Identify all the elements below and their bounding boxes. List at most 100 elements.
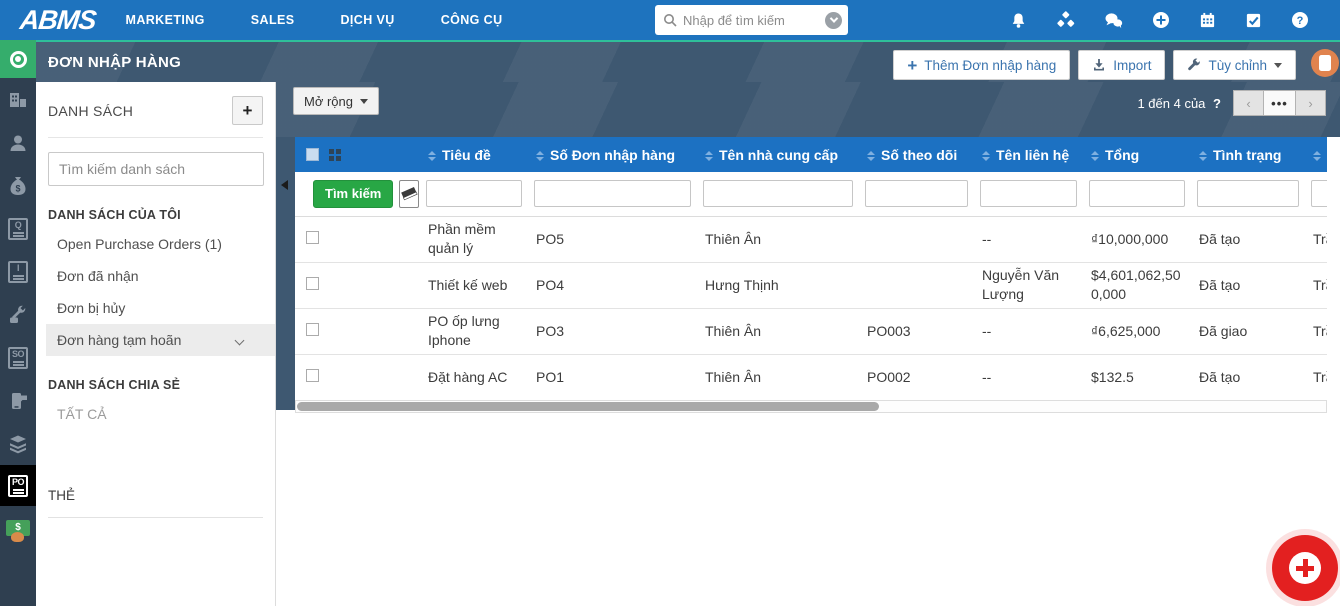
filter-input-contact[interactable] bbox=[980, 180, 1077, 208]
menu-item-marketing[interactable]: MARKETING bbox=[126, 13, 205, 27]
sidebar-item-don-bi-huy[interactable]: Đơn bị hủy bbox=[36, 292, 275, 324]
grid-view-icon[interactable] bbox=[329, 148, 342, 161]
divider bbox=[48, 137, 263, 138]
module-rail: $ Q I SO PO $ bbox=[0, 40, 36, 606]
cell-tracking bbox=[859, 262, 974, 309]
cell-po-number: PO5 bbox=[528, 216, 697, 263]
global-search-box bbox=[655, 5, 848, 35]
bell-icon[interactable] bbox=[1010, 12, 1027, 29]
cell-contact: -- bbox=[974, 354, 1083, 398]
sales-order-doc-icon: SO bbox=[8, 346, 28, 369]
filter-input-title[interactable] bbox=[426, 180, 522, 208]
page-title: ĐƠN NHẬP HÀNG bbox=[48, 53, 182, 71]
select-all-checkbox[interactable] bbox=[306, 148, 319, 161]
next-page-button[interactable]: › bbox=[1295, 90, 1326, 116]
calendar-icon[interactable] bbox=[1199, 12, 1216, 29]
header-cell-select bbox=[295, 137, 420, 172]
pagination: 1 đến 4 của ? ‹ ••• › bbox=[1137, 82, 1326, 124]
table-row[interactable]: Thiết kế web PO4 Hưng Thịnh Nguyễn Văn L… bbox=[295, 262, 1327, 309]
table-row[interactable]: Phần mềm quản lý PO5 Thiên Ân -- ₫10,000… bbox=[295, 216, 1327, 263]
row-checkbox[interactable] bbox=[306, 322, 319, 336]
chevron-down-icon[interactable] bbox=[234, 335, 245, 346]
prev-page-button[interactable]: ‹ bbox=[1233, 90, 1264, 116]
sort-icon bbox=[1091, 150, 1099, 161]
money-bag-icon: $ bbox=[9, 176, 27, 196]
filter-input-supplier[interactable] bbox=[703, 180, 853, 208]
header-cell-supplier[interactable]: Tên nhà cung cấp bbox=[697, 137, 859, 172]
rail-item-invoices[interactable]: I bbox=[0, 250, 36, 293]
sidebar-title: DANH SÁCH bbox=[48, 102, 134, 119]
header-cell-owner[interactable]: N bbox=[1305, 137, 1327, 172]
chat-icon[interactable] bbox=[1104, 12, 1123, 29]
filter-input-owner[interactable] bbox=[1311, 180, 1327, 208]
cell-status: Đã giao bbox=[1191, 308, 1305, 355]
menu-item-dich-vu[interactable]: DỊCH VỤ bbox=[340, 13, 394, 27]
filter-search-button[interactable]: Tìm kiếm bbox=[313, 179, 394, 208]
sidebar-item-don-da-nhan[interactable]: Đơn đã nhận bbox=[36, 260, 275, 292]
plus-circle-icon[interactable] bbox=[1152, 11, 1170, 29]
rail-item-contacts[interactable] bbox=[0, 121, 36, 164]
page-menu-button[interactable]: ••• bbox=[1264, 90, 1295, 116]
add-purchase-order-button[interactable]: + Thêm Đơn nhập hàng bbox=[893, 50, 1071, 80]
expand-button[interactable]: Mở rộng bbox=[293, 87, 379, 115]
list-search-input[interactable] bbox=[48, 152, 264, 186]
row-checkbox[interactable] bbox=[306, 230, 319, 244]
mobile-view-badge[interactable] bbox=[1311, 49, 1339, 77]
rail-item-sales-orders[interactable]: SO bbox=[0, 336, 36, 379]
rail-item-sms[interactable] bbox=[0, 379, 36, 422]
header-cell-contact[interactable]: Tên liên hệ bbox=[974, 137, 1083, 172]
scrollbar-thumb[interactable] bbox=[297, 402, 879, 411]
quick-add-fab[interactable] bbox=[1272, 535, 1338, 601]
header-cell-title[interactable]: Tiêu đề bbox=[420, 137, 528, 172]
add-list-button[interactable]: + bbox=[232, 96, 263, 125]
table-row[interactable]: PO ốp lưng Iphone PO3 Thiên Ân PO003 -- … bbox=[295, 308, 1327, 355]
products-stack-icon bbox=[8, 434, 28, 454]
help-icon[interactable]: ? bbox=[1291, 11, 1309, 29]
cell-title: Thiết kế web bbox=[420, 262, 528, 309]
header-cell-total[interactable]: Tổng bbox=[1083, 137, 1191, 172]
cell-status: Đã tạo bbox=[1191, 354, 1305, 398]
cell-total: ₫6,625,000 bbox=[1083, 308, 1191, 355]
filter-input-total[interactable] bbox=[1089, 180, 1185, 208]
rail-item-purchase-orders[interactable]: PO bbox=[0, 465, 36, 506]
row-checkbox[interactable] bbox=[306, 368, 319, 382]
header-cell-tracking[interactable]: Số theo dõi bbox=[859, 137, 974, 172]
horizontal-scrollbar[interactable] bbox=[295, 400, 1327, 413]
collapse-sidebar-arrow-icon[interactable] bbox=[281, 180, 288, 190]
customize-button[interactable]: Tùy chỉnh bbox=[1173, 50, 1296, 80]
pagination-text: 1 đến 4 của ? bbox=[1137, 95, 1221, 111]
cell-status: Đã tạo bbox=[1191, 262, 1305, 309]
table-row[interactable]: Đặt hàng AC PO1 Thiên Ân PO002 -- $132.5… bbox=[295, 354, 1327, 398]
cell-supplier: Thiên Ân bbox=[697, 308, 859, 355]
chevron-down-icon bbox=[360, 98, 368, 104]
filter-input-status[interactable] bbox=[1197, 180, 1299, 208]
abms-logo[interactable]: ABMS bbox=[18, 5, 97, 36]
rail-item-services[interactable] bbox=[0, 293, 36, 336]
modules-icon[interactable] bbox=[1056, 10, 1075, 30]
rail-item-company[interactable] bbox=[0, 78, 36, 121]
filter-input-tracking[interactable] bbox=[865, 180, 968, 208]
menu-item-sales[interactable]: SALES bbox=[251, 13, 295, 27]
rail-item-products[interactable] bbox=[0, 422, 36, 465]
header-cell-status[interactable]: Tình trạng bbox=[1191, 137, 1305, 172]
global-search-input[interactable] bbox=[683, 12, 819, 28]
search-scope-chevron-icon[interactable] bbox=[825, 11, 842, 29]
tasks-icon[interactable] bbox=[1245, 12, 1262, 29]
clear-filters-button[interactable] bbox=[399, 179, 420, 208]
target-icon bbox=[9, 50, 27, 68]
rail-item-target[interactable] bbox=[0, 40, 36, 78]
rail-item-deals[interactable]: $ bbox=[0, 164, 36, 207]
sidebar-item-tat-ca[interactable]: TẤT CẢ bbox=[36, 398, 275, 430]
filter-input-po-number[interactable] bbox=[534, 180, 691, 208]
row-checkbox[interactable] bbox=[306, 276, 319, 290]
tablet-icon bbox=[1319, 55, 1331, 71]
sidebar-item-open-purchase-orders[interactable]: Open Purchase Orders (1) bbox=[36, 228, 275, 260]
header-cell-po-number[interactable]: Số Đơn nhập hàng bbox=[528, 137, 697, 172]
import-button[interactable]: Import bbox=[1078, 50, 1166, 80]
total-count-help[interactable]: ? bbox=[1213, 96, 1221, 111]
cell-total: $132.5 bbox=[1083, 354, 1191, 398]
rail-item-quotes[interactable]: Q bbox=[0, 207, 36, 250]
rail-item-payments[interactable]: $ bbox=[0, 506, 36, 549]
menu-item-cong-cu[interactable]: CÔNG CỤ bbox=[441, 13, 503, 27]
sidebar-item-don-hang-tam-hoan[interactable]: Đơn hàng tạm hoãn bbox=[46, 324, 275, 356]
